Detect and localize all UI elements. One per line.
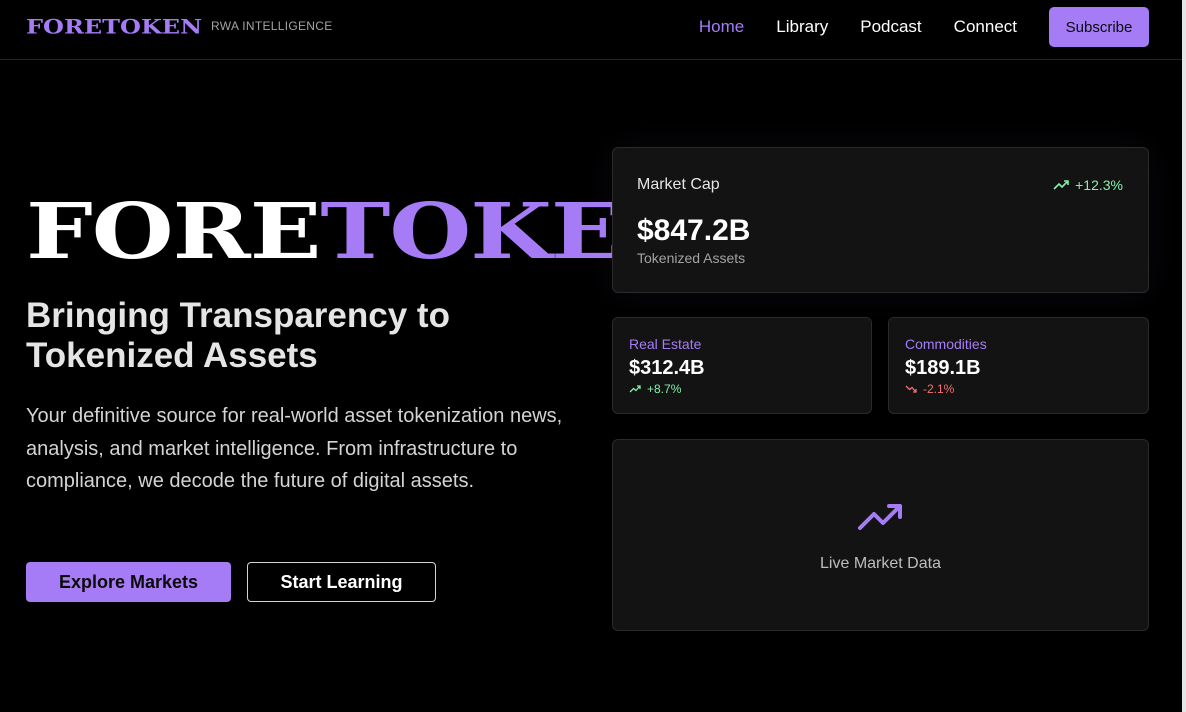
market-cap-label: Market Cap bbox=[637, 176, 720, 193]
live-market-data-label: Live Market Data bbox=[820, 555, 941, 572]
trending-up-icon bbox=[1053, 180, 1069, 190]
brand[interactable]: FORETOKEN RWA INTELLIGENCE bbox=[26, 17, 333, 41]
commodities-card: Commodities $189.1B -2.1% bbox=[888, 317, 1149, 414]
real-estate-label: Real Estate bbox=[629, 336, 702, 352]
market-cap-card: Market Cap +12.3% $847.2B Tokenized Asse… bbox=[612, 147, 1149, 293]
commodities-change-value: -2.1% bbox=[923, 382, 955, 396]
commodities-label: Commodities bbox=[905, 336, 987, 352]
trending-up-icon bbox=[629, 385, 641, 393]
nav-home[interactable]: Home bbox=[699, 7, 744, 47]
start-learning-button[interactable]: Start Learning bbox=[247, 562, 436, 602]
real-estate-value: $312.4B bbox=[629, 357, 705, 379]
hero-wordmark: FORETOKEN bbox=[26, 200, 612, 278]
commodities-value: $189.1B bbox=[905, 357, 981, 379]
market-cap-sublabel: Tokenized Assets bbox=[637, 250, 746, 266]
trending-down-icon bbox=[905, 385, 917, 393]
real-estate-change-value: +8.7% bbox=[647, 382, 682, 396]
live-market-data-card[interactable]: Live Market Data bbox=[612, 439, 1149, 631]
scrollbar[interactable] bbox=[1182, 0, 1186, 712]
hero-title: Bringing Transparency to Tokenized Asset… bbox=[26, 296, 450, 375]
main-nav: Home Library Podcast Connect Subscribe bbox=[699, 7, 1149, 47]
brand-logo[interactable]: FORETOKEN bbox=[26, 17, 202, 37]
commodities-change: -2.1% bbox=[905, 382, 954, 396]
hero-description: Your definitive source for real-world as… bbox=[26, 405, 563, 492]
real-estate-card: Real Estate $312.4B +8.7% bbox=[612, 317, 872, 414]
explore-markets-button[interactable]: Explore Markets bbox=[26, 562, 231, 602]
nav-podcast[interactable]: Podcast bbox=[860, 7, 921, 47]
market-cap-value: $847.2B bbox=[637, 214, 751, 247]
real-estate-change: +8.7% bbox=[629, 382, 681, 396]
hero-wordmark-token: TOKEN bbox=[320, 200, 612, 278]
market-cap-change-value: +12.3% bbox=[1075, 177, 1123, 193]
nav-connect[interactable]: Connect bbox=[954, 7, 1017, 47]
subscribe-button[interactable]: Subscribe bbox=[1049, 7, 1149, 47]
brand-tagline: RWA INTELLIGENCE bbox=[211, 19, 333, 33]
trending-up-icon bbox=[858, 504, 902, 530]
market-cap-change: +12.3% bbox=[1053, 177, 1123, 193]
top-navbar: FORETOKEN RWA INTELLIGENCE Home Library … bbox=[0, 0, 1182, 60]
hero-wordmark-fore: FORE bbox=[26, 200, 321, 278]
nav-library[interactable]: Library bbox=[776, 7, 828, 47]
